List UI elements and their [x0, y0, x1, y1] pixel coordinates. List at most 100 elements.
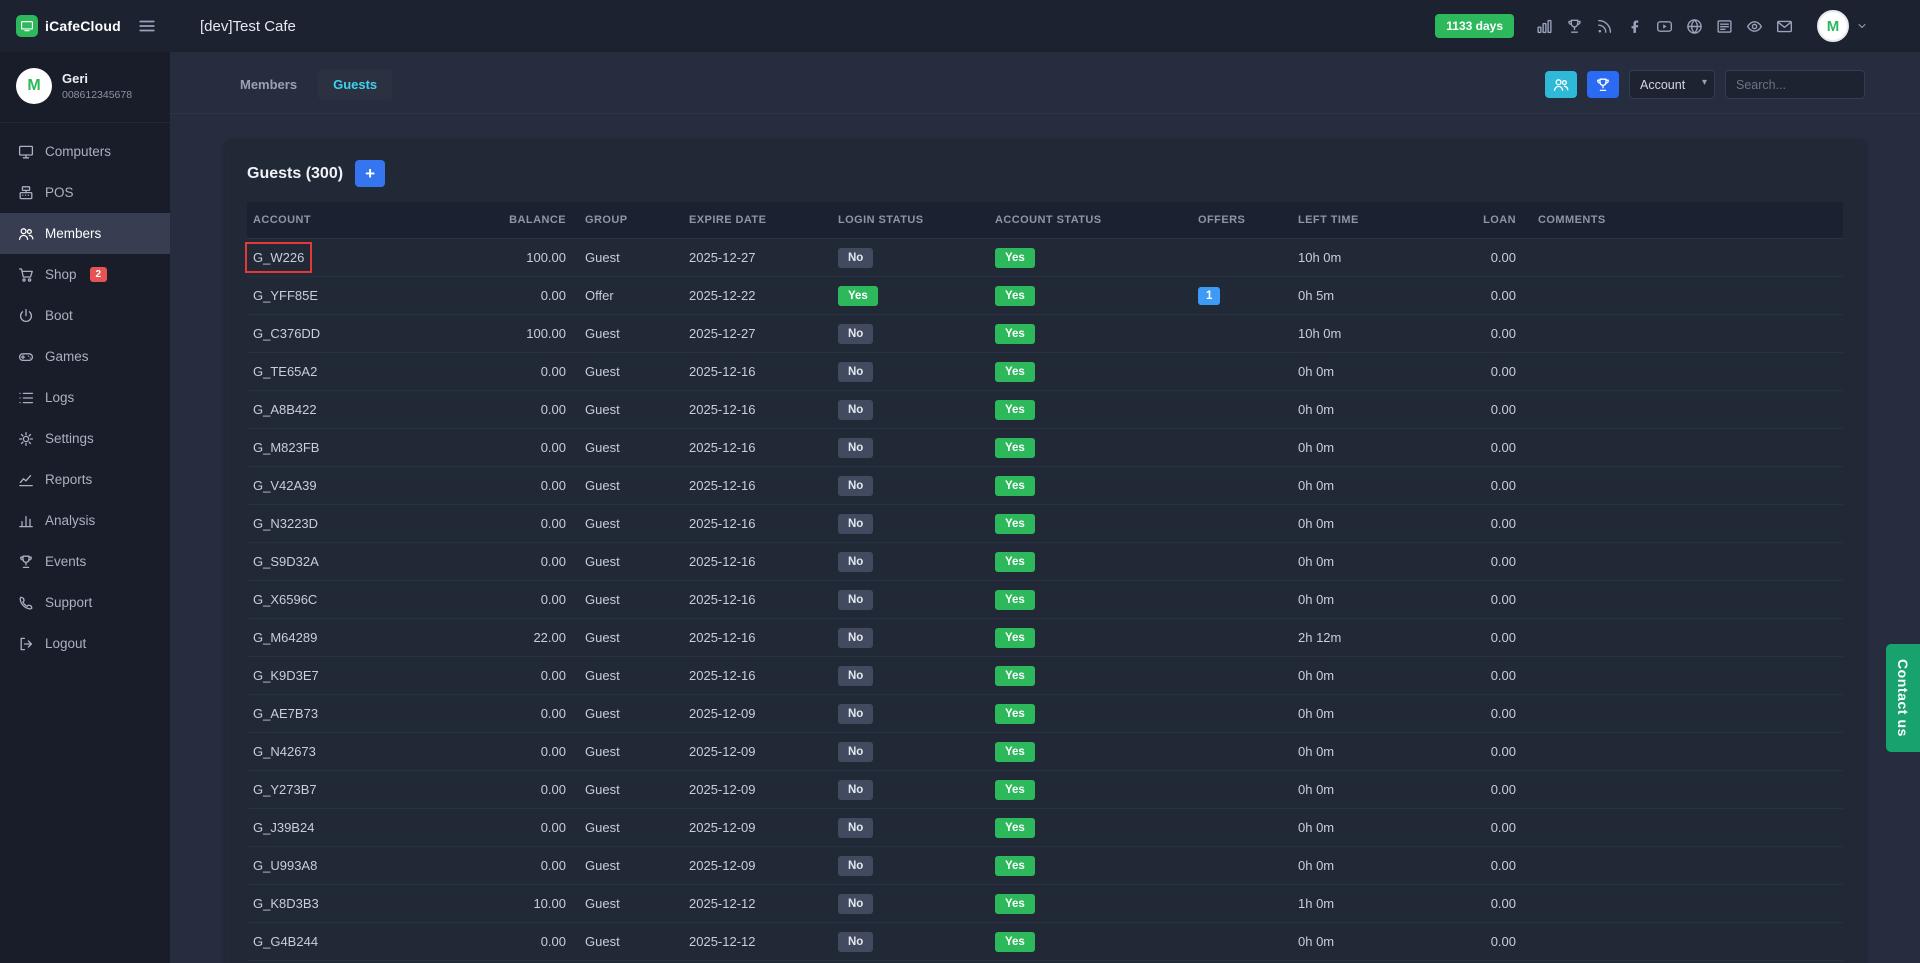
cell-left_time: 0h 0m [1285, 771, 1475, 809]
reviews-icon[interactable] [1746, 18, 1763, 35]
user-menu[interactable]: M [1817, 10, 1868, 42]
table-row[interactable]: G_S9D32A0.00Guest2025-12-16NoYes0h 0m0.0… [247, 543, 1843, 581]
billing-icon[interactable] [1716, 18, 1733, 35]
tab-members[interactable]: Members [225, 69, 312, 100]
cell-left_time: 10h 0m [1285, 239, 1475, 277]
table-row[interactable]: G_M823FB0.00Guest2025-12-16NoYes0h 0m0.0… [247, 429, 1843, 467]
cell-account_status: Yes [982, 239, 1185, 277]
table-row[interactable]: G_M6428922.00Guest2025-12-16NoYes2h 12m0… [247, 619, 1843, 657]
tab-guests[interactable]: Guests [318, 69, 392, 100]
table-row[interactable]: G_C376DD100.00Guest2025-12-27NoYes10h 0m… [247, 315, 1843, 353]
account-text: G_C376DD [253, 326, 320, 341]
table-row[interactable]: G_J39B240.00Guest2025-12-09NoYes0h 0m0.0… [247, 809, 1843, 847]
sidebar-item-logs[interactable]: Logs [0, 377, 170, 418]
table-row[interactable]: G_N426730.00Guest2025-12-09NoYes0h 0m0.0… [247, 733, 1843, 771]
table-row[interactable]: G_X6596C0.00Guest2025-12-16NoYes0h 0m0.0… [247, 581, 1843, 619]
offers-badge[interactable]: 1 [1198, 287, 1220, 305]
account-filter-select[interactable]: Account [1629, 70, 1715, 99]
sidebar-item-members[interactable]: Members [0, 213, 170, 254]
group-view-button[interactable] [1545, 71, 1577, 98]
mail-icon[interactable] [1776, 18, 1793, 35]
cell-comments [1525, 695, 1843, 733]
facebook-icon[interactable] [1626, 18, 1643, 35]
cell-login_status: No [825, 695, 982, 733]
icafecloud-logo-icon [16, 15, 38, 37]
account-text: G_K8D3B3 [253, 896, 319, 911]
table-row[interactable]: G_AE7B730.00Guest2025-12-09NoYes0h 0m0.0… [247, 695, 1843, 733]
account-text: G_S9D32A [253, 554, 319, 569]
sidebar-item-settings[interactable]: Settings [0, 418, 170, 459]
sidebar-item-analysis[interactable]: Analysis [0, 500, 170, 541]
cell-left_time: 0h 0m [1285, 429, 1475, 467]
table-row[interactable]: G_N3223D0.00Guest2025-12-16NoYes0h 0m0.0… [247, 505, 1843, 543]
account-text: G_J39B24 [253, 820, 314, 835]
cell-comments [1525, 733, 1843, 771]
cell-account: G_N3223D [247, 505, 487, 543]
table-row[interactable]: G_U993A80.00Guest2025-12-09NoYes0h 0m0.0… [247, 847, 1843, 885]
cell-group: Guest [572, 581, 676, 619]
sidebar-item-computers[interactable]: Computers [0, 131, 170, 172]
topbar-right: 1133 days M [1435, 10, 1920, 42]
table-row[interactable]: G_YFF85E0.00Offer2025-12-22YesYes10h 5m0… [247, 277, 1843, 315]
table-row[interactable]: G_TE65A20.00Guest2025-12-16NoYes0h 0m0.0… [247, 353, 1843, 391]
search-input[interactable] [1725, 70, 1865, 99]
table-row[interactable]: G_V42A390.00Guest2025-12-16NoYes0h 0m0.0… [247, 467, 1843, 505]
cell-expire_date: 2025-12-27 [676, 239, 825, 277]
hamburger-menu-button[interactable] [138, 17, 156, 35]
sidebar-item-games[interactable]: Games [0, 336, 170, 377]
add-guest-button[interactable]: + [355, 160, 385, 187]
cell-left_time: 0h 5m [1285, 277, 1475, 315]
rss-icon[interactable] [1596, 18, 1613, 35]
cell-account: G_G4B244 [247, 923, 487, 961]
cell-left_time: 0h 0m [1285, 467, 1475, 505]
globe-icon[interactable] [1686, 18, 1703, 35]
cell-offers [1185, 467, 1285, 505]
cell-comments [1525, 429, 1843, 467]
sidebar-user-block[interactable]: M Geri 008612345678 [0, 52, 170, 123]
guests-table: ACCOUNTBALANCEGROUPEXPIRE DATELOGIN STAT… [247, 202, 1843, 963]
monitor-icon [18, 144, 34, 160]
trophy-view-button[interactable] [1587, 71, 1619, 98]
cell-loan: 0.00 [1475, 885, 1525, 923]
brand[interactable]: iCafeCloud [16, 15, 121, 37]
sidebar-item-reports[interactable]: Reports [0, 459, 170, 500]
table-row[interactable]: G_K8D3B310.00Guest2025-12-12NoYes1h 0m0.… [247, 885, 1843, 923]
table-row[interactable]: G_Y273B70.00Guest2025-12-09NoYes0h 0m0.0… [247, 771, 1843, 809]
stats-icon[interactable] [1536, 18, 1553, 35]
table-row[interactable]: G_K9D3E70.00Guest2025-12-16NoYes0h 0m0.0… [247, 657, 1843, 695]
account-text: G_G4B244 [253, 934, 318, 949]
cell-login_status: No [825, 885, 982, 923]
sidebar-nav: Computers POSMembersShop2BootGamesLogsSet… [0, 123, 170, 664]
cell-group: Guest [572, 429, 676, 467]
login-status-badge: No [838, 248, 873, 268]
cell-account_status: Yes [982, 695, 1185, 733]
trophy-icon[interactable] [1566, 18, 1583, 35]
report-icon [18, 472, 34, 488]
login-status-badge: No [838, 780, 873, 800]
sidebar-user-info: Geri 008612345678 [62, 71, 132, 101]
sidebar-item-pos[interactable]: POS [0, 172, 170, 213]
cell-loan: 0.00 [1475, 277, 1525, 315]
sidebar-item-shop[interactable]: Shop2 [0, 254, 170, 295]
users-icon [18, 226, 34, 242]
table-row[interactable]: G_A8B4220.00Guest2025-12-16NoYes0h 0m0.0… [247, 391, 1843, 429]
cell-account_status: Yes [982, 847, 1185, 885]
guests-card: Guests (300) + ACCOUNTBALANCEGROUPEXPIRE… [225, 140, 1865, 963]
account-status-badge: Yes [995, 248, 1035, 268]
cell-comments [1525, 657, 1843, 695]
cell-expire_date: 2025-12-09 [676, 809, 825, 847]
cell-expire_date: 2025-12-12 [676, 923, 825, 961]
contact-us-tab[interactable]: Contact us [1886, 644, 1920, 752]
sidebar-item-label: Analysis [45, 513, 95, 528]
sidebar-item-events[interactable]: Events [0, 541, 170, 582]
sidebar-item-support[interactable]: Support [0, 582, 170, 623]
youtube-icon[interactable] [1656, 18, 1673, 35]
cell-group: Guest [572, 353, 676, 391]
sidebar-item-boot[interactable]: Boot [0, 295, 170, 336]
sidebar-item-label: Computers [45, 144, 111, 159]
table-row[interactable]: G_W226100.00Guest2025-12-27NoYes10h 0m0.… [247, 239, 1843, 277]
cell-group: Guest [572, 543, 676, 581]
sidebar-item-logout[interactable]: Logout [0, 623, 170, 664]
cell-comments [1525, 581, 1843, 619]
table-row[interactable]: G_G4B2440.00Guest2025-12-12NoYes0h 0m0.0… [247, 923, 1843, 961]
